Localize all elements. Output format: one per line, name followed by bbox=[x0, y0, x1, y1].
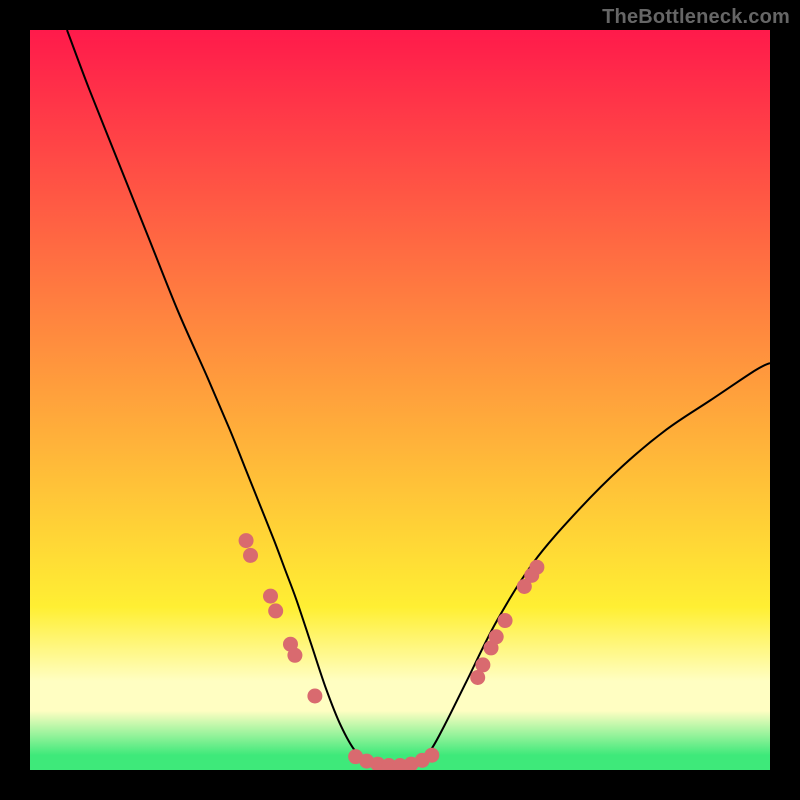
marker-dot bbox=[263, 589, 278, 604]
marker-dot bbox=[268, 603, 283, 618]
marker-dot bbox=[307, 689, 322, 704]
chart-frame: TheBottleneck.com bbox=[0, 0, 800, 800]
plot-area bbox=[30, 30, 770, 770]
marker-dot bbox=[529, 560, 544, 575]
marker-dot bbox=[498, 613, 513, 628]
gradient-background bbox=[30, 30, 770, 770]
marker-dot bbox=[424, 748, 439, 763]
marker-dot bbox=[287, 648, 302, 663]
bottleneck-chart bbox=[30, 30, 770, 770]
marker-dot bbox=[239, 533, 254, 548]
marker-dot bbox=[489, 629, 504, 644]
attribution-label: TheBottleneck.com bbox=[602, 6, 790, 29]
marker-dot bbox=[243, 548, 258, 563]
marker-dot bbox=[475, 657, 490, 672]
